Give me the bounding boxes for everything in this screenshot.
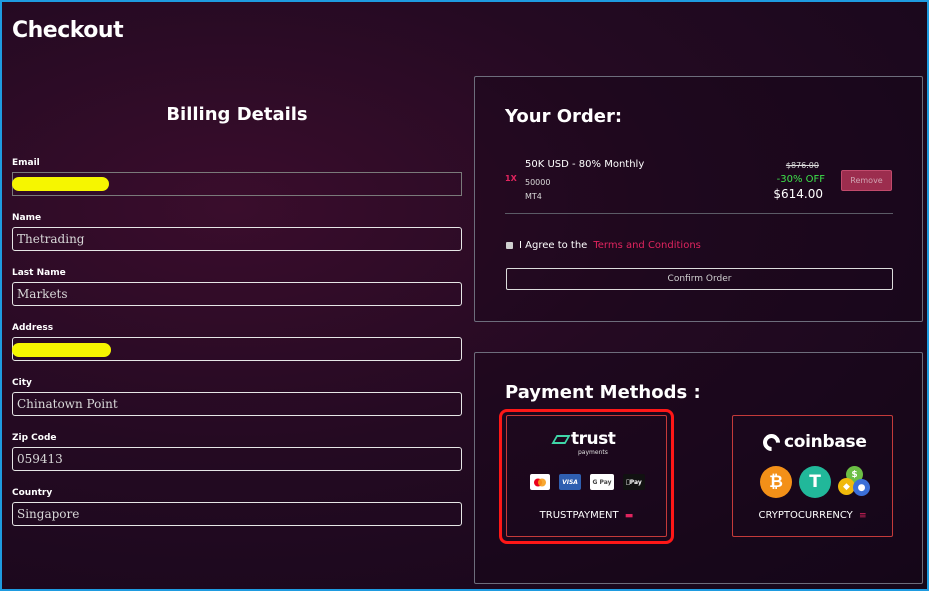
item-platform: MT4 (525, 192, 542, 201)
zip-label: Zip Code (12, 433, 57, 443)
trust-logo: trust (551, 429, 616, 449)
coinbase-option[interactable]: coinbase ₿ T $ ◆ ● CRYPTOCURRENCY ≡ (732, 415, 893, 537)
final-price: $614.00 (773, 187, 823, 201)
item-size: 50000 (525, 178, 551, 187)
coinbase-c-icon (759, 429, 784, 455)
email-input[interactable] (12, 172, 462, 196)
visa-icon: VISA (559, 474, 581, 490)
redaction-mark (12, 343, 111, 357)
tether-icon: T (799, 466, 831, 498)
terms-checkbox[interactable] (506, 242, 513, 249)
page-title: Checkout (12, 18, 124, 43)
order-title: Your Order: (505, 106, 623, 127)
email-label: Email (12, 158, 40, 168)
city-field-group: City Chinatown Point (12, 378, 462, 416)
city-input[interactable]: Chinatown Point (12, 392, 462, 416)
mastercard-icon (530, 474, 550, 490)
terms-agreement: I Agree to the Terms and Conditions (506, 240, 701, 251)
name-label: Name (12, 213, 42, 223)
order-divider (505, 213, 893, 214)
confirm-order-button[interactable]: Confirm Order (506, 268, 893, 290)
address-field-group: Address (12, 323, 462, 361)
original-price: $876.00 (785, 161, 819, 170)
redaction-mark (12, 177, 109, 191)
crypto-label: CRYPTOCURRENCY ≡ (733, 510, 892, 521)
blue-coin-icon: ● (853, 479, 870, 496)
last-name-label: Last Name (12, 268, 66, 278)
bitcoin-icon: ₿ (760, 466, 792, 498)
item-quantity: 1X (505, 174, 517, 183)
zip-input[interactable]: 059413 (12, 447, 462, 471)
trust-diamond-icon (551, 434, 571, 444)
coinbase-logo: coinbase (759, 429, 867, 455)
credit-card-icon: ▬ (624, 511, 634, 521)
item-name: 50K USD - 80% Monthly (525, 159, 645, 170)
coins-stack-icon: ≡ (858, 511, 867, 521)
last-name-input[interactable]: Markets (12, 282, 462, 306)
crypto-label-text: CRYPTOCURRENCY (758, 510, 853, 521)
zip-field-group: Zip Code 059413 (12, 433, 462, 471)
trust-brand-sub: payments (578, 449, 608, 456)
email-field-group: Email (12, 158, 462, 196)
city-label: City (12, 378, 32, 388)
payment-panel: Payment Methods : trust payments VISA G … (474, 352, 923, 584)
name-field-group: Name Thetrading (12, 213, 462, 251)
terms-link[interactable]: Terms and Conditions (593, 240, 701, 251)
address-label: Address (12, 323, 54, 333)
trustpayment-label-text: TRUSTPAYMENT (539, 510, 619, 521)
apple-pay-icon: Pay (623, 474, 645, 490)
crypto-icons: ₿ T $ ◆ ● (760, 466, 870, 498)
billing-title: Billing Details (166, 104, 308, 125)
google-pay-icon: G Pay (590, 474, 614, 490)
multi-coin-icon: $ ◆ ● (838, 466, 870, 498)
payment-title: Payment Methods : (505, 382, 701, 403)
name-input[interactable]: Thetrading (12, 227, 462, 251)
trust-brand: trust (571, 429, 616, 449)
last-name-field-group: Last Name Markets (12, 268, 462, 306)
country-input[interactable]: Singapore (12, 502, 462, 526)
card-icons: VISA G Pay Pay (530, 474, 645, 490)
country-label: Country (12, 488, 53, 498)
country-field-group: Country Singapore (12, 488, 462, 526)
address-input[interactable] (12, 337, 462, 361)
coinbase-brand: coinbase (784, 432, 867, 452)
order-panel: Your Order: 1X 50K USD - 80% Monthly 500… (474, 76, 923, 322)
remove-button[interactable]: Remove (841, 170, 892, 191)
trustpayment-option[interactable]: trust payments VISA G Pay Pay TRUSTPAYM… (506, 415, 667, 537)
discount-badge: -30% OFF (776, 174, 825, 185)
trustpayment-label: TRUSTPAYMENT ▬ (507, 510, 666, 521)
agree-text: I Agree to the (519, 240, 588, 251)
